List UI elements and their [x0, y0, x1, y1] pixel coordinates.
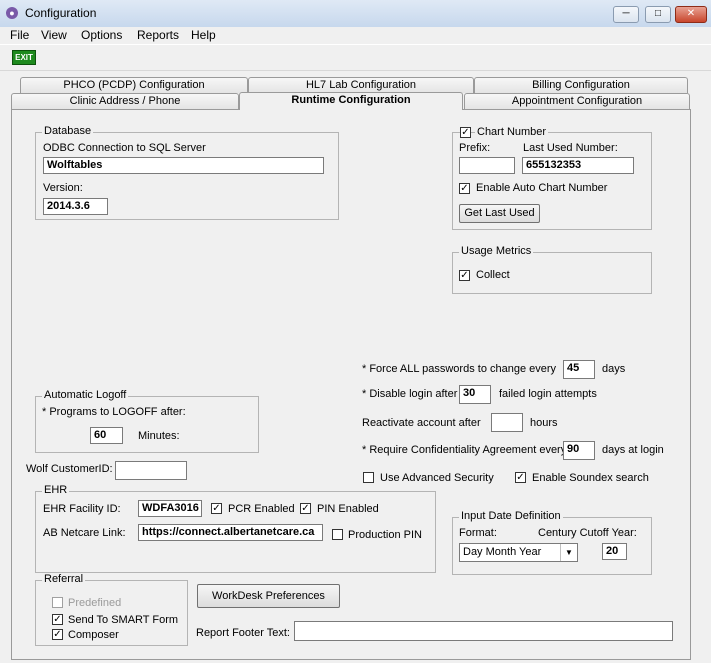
reactivate-label: Reactivate account after: [362, 417, 481, 429]
send-smart-form-checkbox[interactable]: ✓: [52, 614, 63, 625]
disable-login-unit: failed login attempts: [499, 388, 597, 400]
pin-enabled-label: PIN Enabled: [317, 503, 379, 515]
tab-appointment-configuration[interactable]: Appointment Configuration: [464, 93, 690, 109]
predefined-checkbox: [52, 597, 63, 608]
maximize-button[interactable]: □: [645, 6, 671, 23]
pcr-enabled-checkbox[interactable]: ✓: [211, 503, 222, 514]
collect-checkbox[interactable]: ✓: [459, 270, 470, 281]
prefix-field[interactable]: [459, 157, 515, 174]
referral-label: Referral: [42, 573, 86, 585]
minimize-button[interactable]: ─: [613, 6, 639, 23]
auto-chart-number-label: Enable Auto Chart Number: [476, 182, 608, 194]
toolbar: EXIT: [0, 44, 711, 71]
advanced-security-label: Use Advanced Security: [380, 472, 494, 484]
report-footer-field[interactable]: [294, 621, 673, 641]
logoff-minutes-field[interactable]: 60: [90, 427, 123, 444]
auto-chart-number-checkbox[interactable]: ✓: [459, 183, 470, 194]
tab-clinic-address[interactable]: Clinic Address / Phone: [11, 93, 239, 109]
soundex-label: Enable Soundex search: [532, 472, 649, 484]
menu-options[interactable]: Options: [81, 28, 122, 42]
force-password-field[interactable]: 45: [563, 360, 595, 379]
tab-billing-configuration[interactable]: Billing Configuration: [474, 77, 688, 93]
version-label: Version:: [43, 182, 83, 194]
confidentiality-unit: days at login: [602, 444, 664, 456]
chart-number-checkbox[interactable]: ✓: [460, 127, 471, 138]
predefined-label: Predefined: [68, 597, 122, 609]
close-button[interactable]: ✕: [675, 6, 707, 23]
tab-runtime-configuration[interactable]: Runtime Configuration: [239, 92, 463, 110]
chevron-down-icon: ▼: [560, 544, 577, 561]
input-date-label: Input Date Definition: [459, 510, 563, 522]
last-used-number-label: Last Used Number:: [523, 142, 618, 154]
date-format-value: Day Month Year: [463, 546, 542, 558]
format-label: Format:: [459, 527, 497, 539]
netcare-link-field[interactable]: https://connect.albertanetcare.ca: [138, 524, 323, 541]
century-cutoff-label: Century Cutoff Year:: [538, 527, 637, 539]
auto-logoff-label: Automatic Logoff: [42, 389, 129, 401]
workdesk-preferences-button[interactable]: WorkDesk Preferences: [197, 584, 340, 608]
chart-number-label: Chart Number: [475, 126, 549, 138]
force-password-label: * Force ALL passwords to change every: [362, 363, 557, 375]
menu-reports[interactable]: Reports: [137, 28, 179, 42]
facility-id-field[interactable]: WDFA3016: [138, 500, 202, 517]
composer-checkbox[interactable]: ✓: [52, 629, 63, 640]
window-title: Configuration: [25, 6, 97, 20]
composer-label: Composer: [68, 629, 119, 641]
tab-phco-configuration[interactable]: PHCO (PCDP) Configuration: [20, 77, 248, 93]
usage-metrics-label: Usage Metrics: [459, 245, 534, 257]
menu-help[interactable]: Help: [191, 28, 216, 42]
soundex-checkbox[interactable]: ✓: [515, 472, 526, 483]
disable-login-field[interactable]: 30: [459, 385, 491, 404]
disable-login-label: * Disable login after: [362, 388, 458, 400]
reactivate-unit: hours: [530, 417, 558, 429]
version-field[interactable]: 2014.3.6: [43, 198, 108, 215]
database-group-label: Database: [42, 125, 94, 137]
date-format-select[interactable]: Day Month Year ▼: [459, 543, 578, 562]
netcare-link-label: AB Netcare Link:: [43, 527, 126, 539]
report-footer-label: Report Footer Text:: [196, 627, 290, 639]
menu-view[interactable]: View: [41, 28, 67, 42]
confidentiality-label: * Require Confidentiality Agreement ever…: [362, 444, 567, 456]
menu-bar: File View Options Reports Help: [0, 27, 711, 44]
century-cutoff-field[interactable]: 20: [602, 543, 627, 560]
reactivate-field[interactable]: [491, 413, 523, 432]
title-bar: ● Configuration ─ □ ✕: [0, 0, 711, 28]
ehr-label: EHR: [42, 484, 70, 496]
production-pin-label: Production PIN: [348, 529, 422, 541]
customer-id-label: Wolf CustomerID:: [26, 463, 113, 475]
customer-id-field[interactable]: [115, 461, 187, 480]
auto-logoff-group: Automatic Logoff: [35, 389, 259, 453]
send-smart-form-label: Send To SMART Form: [68, 614, 179, 626]
odbc-connection-field[interactable]: Wolftables: [43, 157, 324, 174]
get-last-used-button[interactable]: Get Last Used: [459, 204, 540, 223]
exit-button[interactable]: EXIT: [12, 50, 36, 65]
menu-file[interactable]: File: [10, 28, 29, 42]
advanced-security-checkbox[interactable]: [363, 472, 374, 483]
confidentiality-field[interactable]: 90: [563, 441, 595, 460]
pcr-enabled-label: PCR Enabled: [228, 503, 295, 515]
collect-label: Collect: [476, 269, 510, 281]
pin-enabled-checkbox[interactable]: ✓: [300, 503, 311, 514]
last-used-number-field[interactable]: 655132353: [522, 157, 634, 174]
facility-id-label: EHR Facility ID:: [43, 503, 121, 515]
force-password-unit: days: [602, 363, 626, 375]
tab-hl7-lab-configuration[interactable]: HL7 Lab Configuration: [248, 77, 474, 93]
production-pin-checkbox[interactable]: [332, 529, 343, 540]
app-icon: ●: [6, 7, 18, 19]
minutes-label: Minutes:: [138, 430, 180, 442]
prefix-label: Prefix:: [459, 142, 491, 154]
programs-logoff-label: * Programs to LOGOFF after:: [42, 406, 186, 418]
odbc-label: ODBC Connection to SQL Server: [43, 142, 206, 154]
